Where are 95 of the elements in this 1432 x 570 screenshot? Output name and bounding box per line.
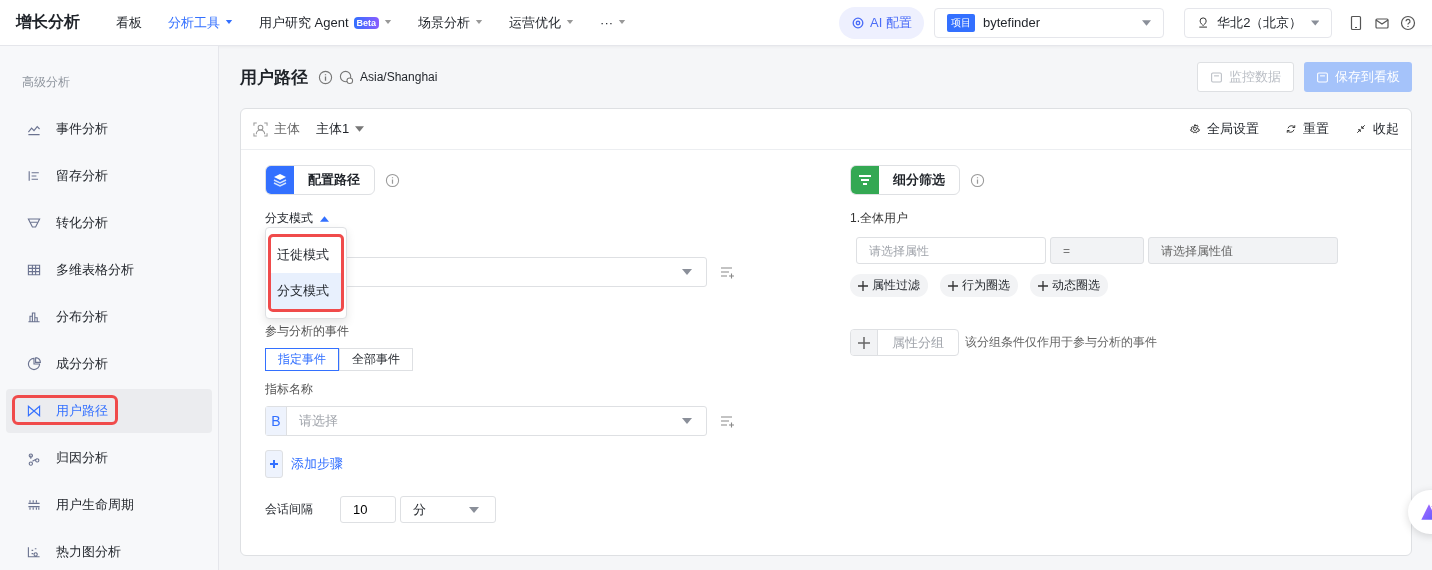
info-icon[interactable] <box>970 172 985 188</box>
section-title-badge: 配置路径 <box>265 165 375 195</box>
nav-menu-item[interactable]: ··· <box>600 13 627 32</box>
sidebar-item[interactable]: 分布分析 <box>6 295 212 339</box>
caret-icon <box>1310 19 1319 26</box>
nav-menu-item[interactable]: 用户研究 Agent Beta <box>259 13 393 32</box>
toolbar-button[interactable]: 收起 <box>1355 120 1399 138</box>
analysis-icon <box>26 544 42 560</box>
caret-icon <box>682 418 692 424</box>
mode-dropdown-trigger[interactable]: 分支模式 <box>265 210 329 227</box>
caret-icon <box>475 20 484 25</box>
add-step-link[interactable]: 添加步骤 <box>291 455 343 473</box>
save-icon <box>1316 70 1329 84</box>
project-select[interactable]: 项目 bytefinder <box>934 7 1164 38</box>
sidebar-item[interactable]: 事件分析 <box>6 107 212 151</box>
toolbar-button[interactable]: 重置 <box>1285 120 1329 138</box>
operator-field[interactable]: = <box>1050 237 1144 264</box>
sidebar-item[interactable]: 归因分析 <box>6 436 212 480</box>
subject-label: 主体 <box>274 120 300 138</box>
field-label: 会话间隔 <box>265 501 314 518</box>
analysis-icon <box>26 309 42 325</box>
add-step-icon[interactable] <box>265 450 283 478</box>
project-tag: 项目 <box>947 13 975 32</box>
sidebar-section-title: 高级分析 <box>21 74 71 91</box>
dropdown-option[interactable]: 迁徙模式 <box>271 237 341 273</box>
caret-icon <box>566 20 575 25</box>
segment-tab[interactable]: 指定事件 <box>265 348 339 371</box>
group-label: 1.全体用户 <box>850 210 909 227</box>
sidebar-item[interactable]: 成分分析 <box>6 342 212 386</box>
caret-icon <box>469 506 479 513</box>
property-field[interactable]: 请选择属性 <box>856 237 1046 264</box>
segment-tab[interactable]: 全部事件 <box>339 348 413 371</box>
nav-menu-item[interactable]: 运营优化 <box>509 13 575 32</box>
property-value-field[interactable]: 请选择属性值 <box>1148 237 1338 264</box>
user-frame-icon <box>253 121 268 137</box>
caret-icon <box>384 20 393 25</box>
sidebar-item[interactable]: 转化分析 <box>6 201 212 245</box>
analysis-icon <box>26 356 42 372</box>
page-title: 用户路径 <box>240 66 308 89</box>
plus-icon <box>851 330 878 355</box>
caret-icon <box>1142 19 1151 26</box>
group-by-hint: 该分组条件仅作用于参与分析的事件 <box>965 334 1157 351</box>
sidebar-item[interactable]: 热力图分析 <box>6 530 212 570</box>
region-select[interactable]: 华北2（北京） <box>1184 7 1332 38</box>
sidebar-item[interactable]: 用户路径 <box>6 389 212 433</box>
ai-config-button[interactable]: AI 配置 <box>839 6 924 39</box>
toolbar-button[interactable]: 全局设置 <box>1189 120 1259 138</box>
layers-icon <box>266 166 294 194</box>
analysis-icon <box>26 215 42 231</box>
interval-input[interactable]: 10 <box>340 496 396 523</box>
caret-icon <box>355 126 365 132</box>
help-icon[interactable] <box>1400 14 1416 31</box>
app-title: 增长分析 <box>16 12 80 32</box>
filter-action-button[interactable]: 属性过滤 <box>850 274 928 297</box>
analysis-icon <box>26 262 42 278</box>
field-label: 指标名称 <box>265 381 314 398</box>
subject-select[interactable]: 主体1 <box>316 120 365 138</box>
collapse-icon <box>1355 123 1367 135</box>
plus-icon <box>1038 280 1048 291</box>
analysis-icon <box>26 497 42 513</box>
refresh-icon <box>1285 123 1297 135</box>
placeholder-text: 请选择 <box>299 412 338 430</box>
beta-badge: Beta <box>353 16 380 29</box>
analysis-icon <box>26 168 42 184</box>
unit-select[interactable]: 分 <box>400 496 496 523</box>
step-letter: B <box>266 407 287 435</box>
sidebar-item[interactable]: 留存分析 <box>6 154 212 198</box>
sidebar-item[interactable]: 用户生命周期 <box>6 483 212 527</box>
sidebar-item[interactable]: 多维表格分析 <box>6 248 212 292</box>
field-label: 参与分析的事件 <box>265 323 350 340</box>
caret-icon <box>320 215 329 222</box>
dropdown-option[interactable]: 分支模式 <box>271 273 341 309</box>
info-icon[interactable] <box>385 172 400 188</box>
plus-icon <box>948 280 958 291</box>
timezone-label: Asia/Shanghai <box>360 70 438 84</box>
caret-icon <box>682 269 692 275</box>
nav-menu-item[interactable]: 看板 <box>116 13 142 32</box>
filter-action-button[interactable]: 行为圈选 <box>940 274 1018 297</box>
analysis-icon <box>26 450 42 466</box>
info-icon[interactable] <box>318 69 333 85</box>
nav-menu-item[interactable]: 场景分析 <box>418 13 484 32</box>
plus-icon <box>858 280 868 291</box>
filter-action-button[interactable]: 动态圈选 <box>1030 274 1108 297</box>
settings-icon <box>1189 123 1201 135</box>
location-pin-icon <box>1197 16 1210 29</box>
caret-icon <box>618 20 627 25</box>
analysis-icon <box>26 403 42 419</box>
nav-menu-item[interactable]: 分析工具 <box>168 13 233 32</box>
project-name: bytefinder <box>983 15 1041 30</box>
filter-icon <box>851 166 879 194</box>
event-select[interactable]: B 请选择 <box>265 406 707 436</box>
region-name: 华北2（北京） <box>1217 13 1303 32</box>
caret-icon <box>225 20 233 25</box>
section-title-badge: 细分筛选 <box>850 165 960 195</box>
phone-icon[interactable] <box>1348 14 1364 31</box>
